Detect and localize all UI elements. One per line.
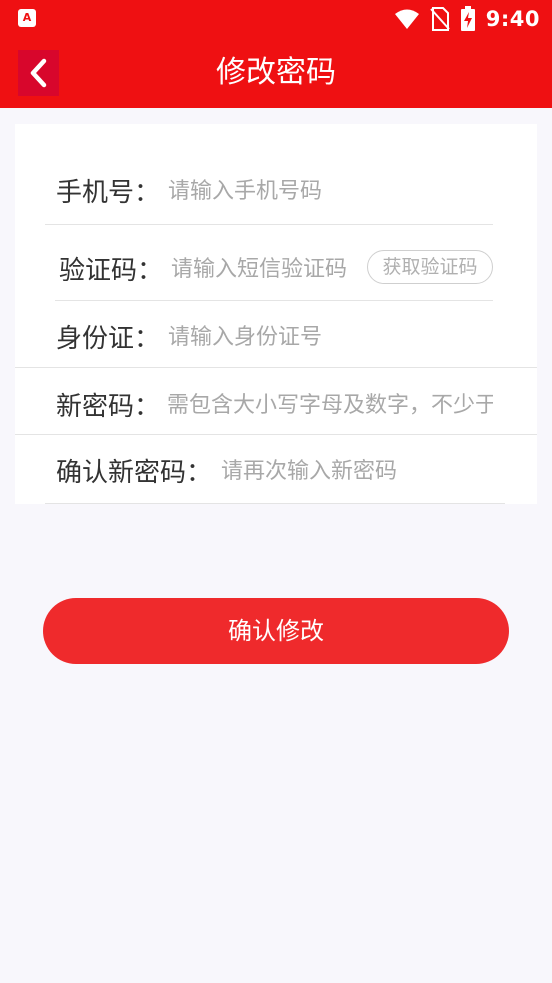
page-title: 修改密码 [216,55,336,90]
status-bar: A 9:40 [0,0,552,38]
new-password-label: 新密码： [56,392,161,422]
id-card-input[interactable] [168,322,488,352]
confirm-password-input[interactable] [221,456,521,486]
get-code-button[interactable]: 获取验证码 [367,250,493,284]
phone-label: 手机号： [56,178,161,208]
no-sim-icon [430,7,450,31]
divider [15,367,537,368]
phone-input[interactable] [168,176,488,206]
code-label: 验证码： [59,256,164,286]
confirm-password-label: 确认新密码： [56,458,213,488]
divider [15,434,537,435]
new-password-input[interactable] [167,390,493,420]
wifi-icon [394,9,419,29]
confirm-change-button[interactable]: 确认修改 [43,598,509,664]
app-notification-icon: A [18,9,36,27]
password-form: 手机号： 验证码： 获取验证码 身份证： 新密码： 确认新密码： [15,124,537,504]
divider [45,224,493,225]
code-input[interactable] [171,254,361,284]
app-header: 修改密码 [0,38,552,108]
divider [55,300,493,301]
divider [45,503,505,504]
id-card-label: 身份证： [56,324,161,354]
status-icons: 9:40 [394,0,540,38]
battery-charging-icon [460,6,475,31]
clock: 9:40 [485,7,540,31]
